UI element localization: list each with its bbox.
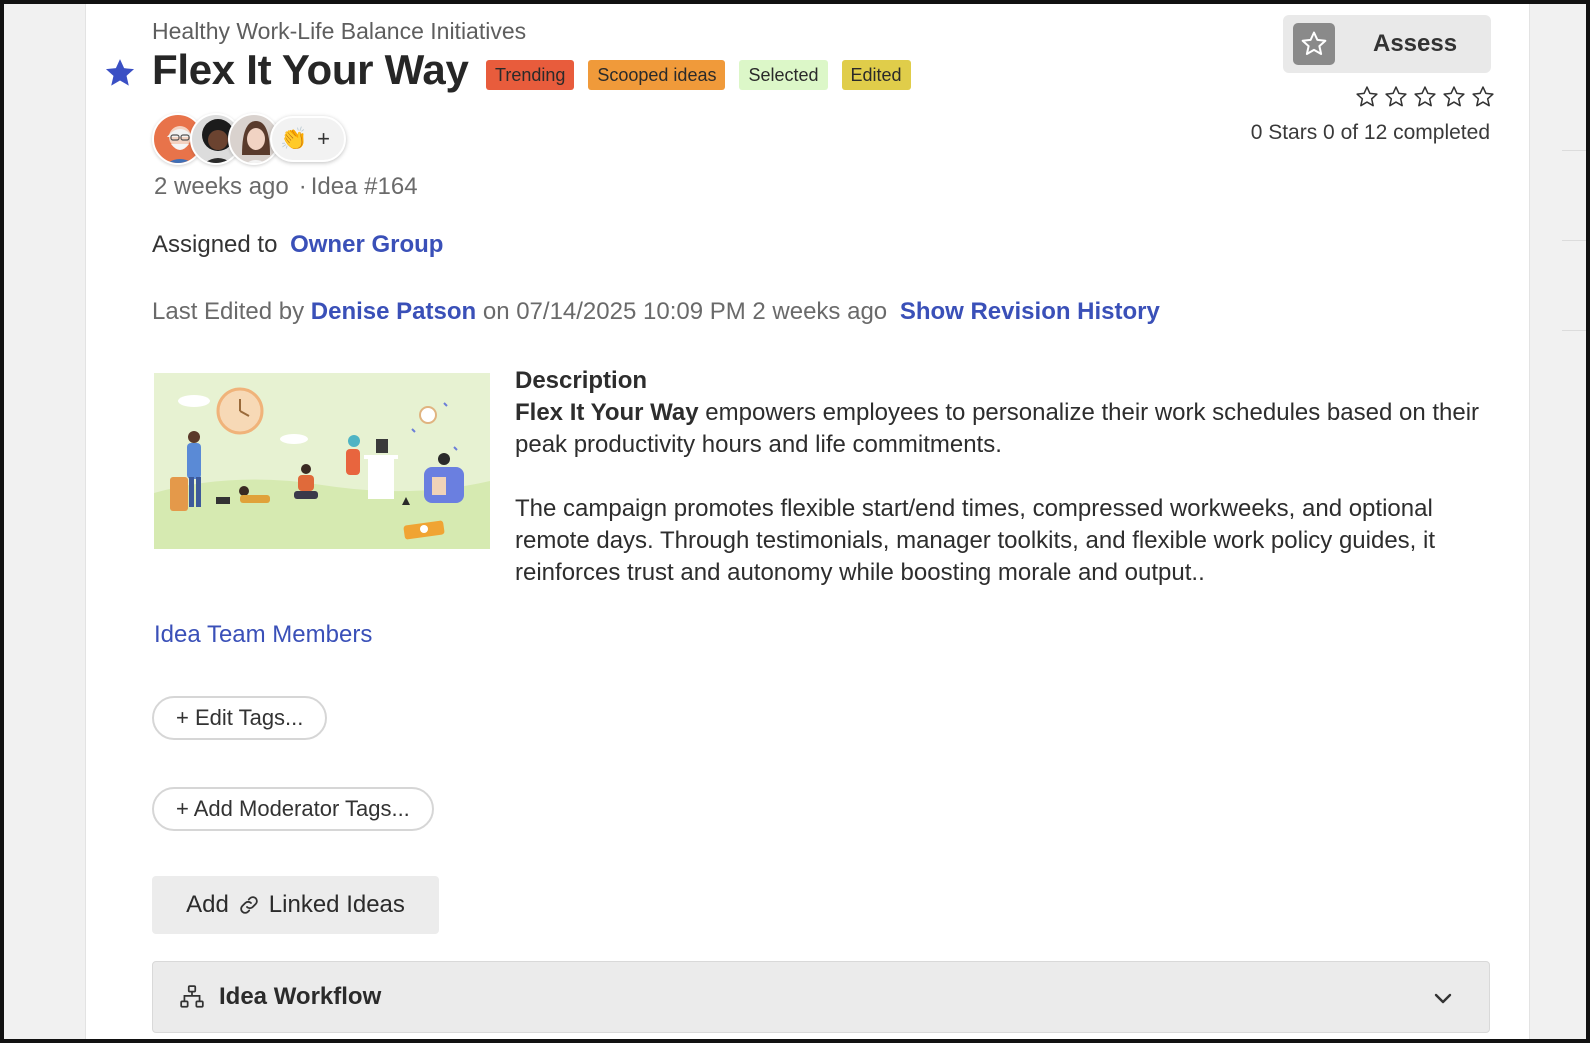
description-paragraph-1: Flex It Your Way empowers employees to p…	[515, 397, 1490, 461]
assigned-label: Assigned to	[152, 231, 278, 258]
idea-illustration[interactable]	[154, 373, 490, 549]
add-moderator-tags-button[interactable]: + Add Moderator Tags...	[152, 787, 434, 831]
favorite-star-icon[interactable]	[103, 56, 137, 90]
rating-stars[interactable]	[1354, 84, 1496, 110]
assignment-line: Assigned to Owner Group	[152, 231, 443, 259]
last-edited-date: on 07/14/2025 10:09 PM 2 weeks ago	[482, 298, 888, 325]
badge-selected: Selected	[739, 60, 828, 90]
rating-star-icon[interactable]	[1441, 84, 1467, 110]
badge-edited: Edited	[841, 60, 911, 90]
idea-number: Idea #164	[310, 173, 418, 200]
assess-label: Assess	[1373, 30, 1458, 57]
idea-workflow-accordion[interactable]: Idea Workflow	[152, 961, 1490, 1033]
linked-ideas-label: Linked Ideas	[268, 891, 405, 918]
description-lead-bold: Flex It Your Way	[515, 399, 699, 426]
edit-tags-button[interactable]: + Edit Tags...	[152, 696, 328, 740]
rating-star-icon[interactable]	[1470, 84, 1496, 110]
meta-separator: ·	[298, 173, 307, 200]
workflow-icon	[180, 985, 204, 1008]
idea-meta: 2 weeks ago · Idea #164	[154, 173, 418, 201]
status-badges: Trending Scooped ideas Selected Edited	[486, 60, 911, 90]
badge-trending: Trending	[486, 60, 575, 90]
editor-link[interactable]: Denise Patson	[311, 298, 476, 325]
add-linked-ideas-button[interactable]: Add Linked Ideas	[152, 876, 439, 934]
rating-star-icon[interactable]	[1412, 84, 1438, 110]
time-ago: 2 weeks ago	[154, 173, 289, 200]
rating-summary: 0 Stars 0 of 12 completed	[1250, 121, 1490, 144]
clap-emoji-icon: 👏	[280, 126, 308, 151]
link-icon	[240, 896, 258, 914]
last-edited-prefix: Last Edited by	[152, 298, 305, 325]
more-plus: +	[317, 126, 330, 151]
description-heading: Description	[515, 367, 648, 394]
rating-star-icon[interactable]	[1354, 84, 1380, 110]
idea-description: Description Flex It Your Way empowers em…	[515, 365, 1490, 589]
owner-group-link[interactable]: Owner Group	[290, 231, 443, 258]
campaign-name: Healthy Work-Life Balance Initiatives	[152, 18, 527, 44]
idea-title: Flex It Your Way	[152, 46, 469, 93]
badge-scooped-ideas: Scooped ideas	[588, 60, 726, 90]
workflow-label: Idea Workflow	[219, 983, 382, 1010]
assess-button[interactable]: Assess	[1283, 15, 1491, 73]
last-edited-line: Last Edited by Denise Patson on 07/14/20…	[152, 298, 1160, 326]
description-paragraph-2: The campaign promotes flexible start/end…	[515, 495, 1436, 586]
chevron-down-icon[interactable]	[1429, 986, 1457, 1010]
contributor-avatars[interactable]: 👏 +	[152, 113, 352, 165]
rating-star-icon[interactable]	[1383, 84, 1409, 110]
linked-add-label: Add	[186, 891, 229, 918]
show-revision-history-link[interactable]: Show Revision History	[900, 298, 1160, 325]
idea-team-members-link[interactable]: Idea Team Members	[154, 621, 372, 649]
more-contributors-button[interactable]: 👏 +	[270, 116, 346, 162]
assess-star-icon	[1293, 23, 1335, 65]
